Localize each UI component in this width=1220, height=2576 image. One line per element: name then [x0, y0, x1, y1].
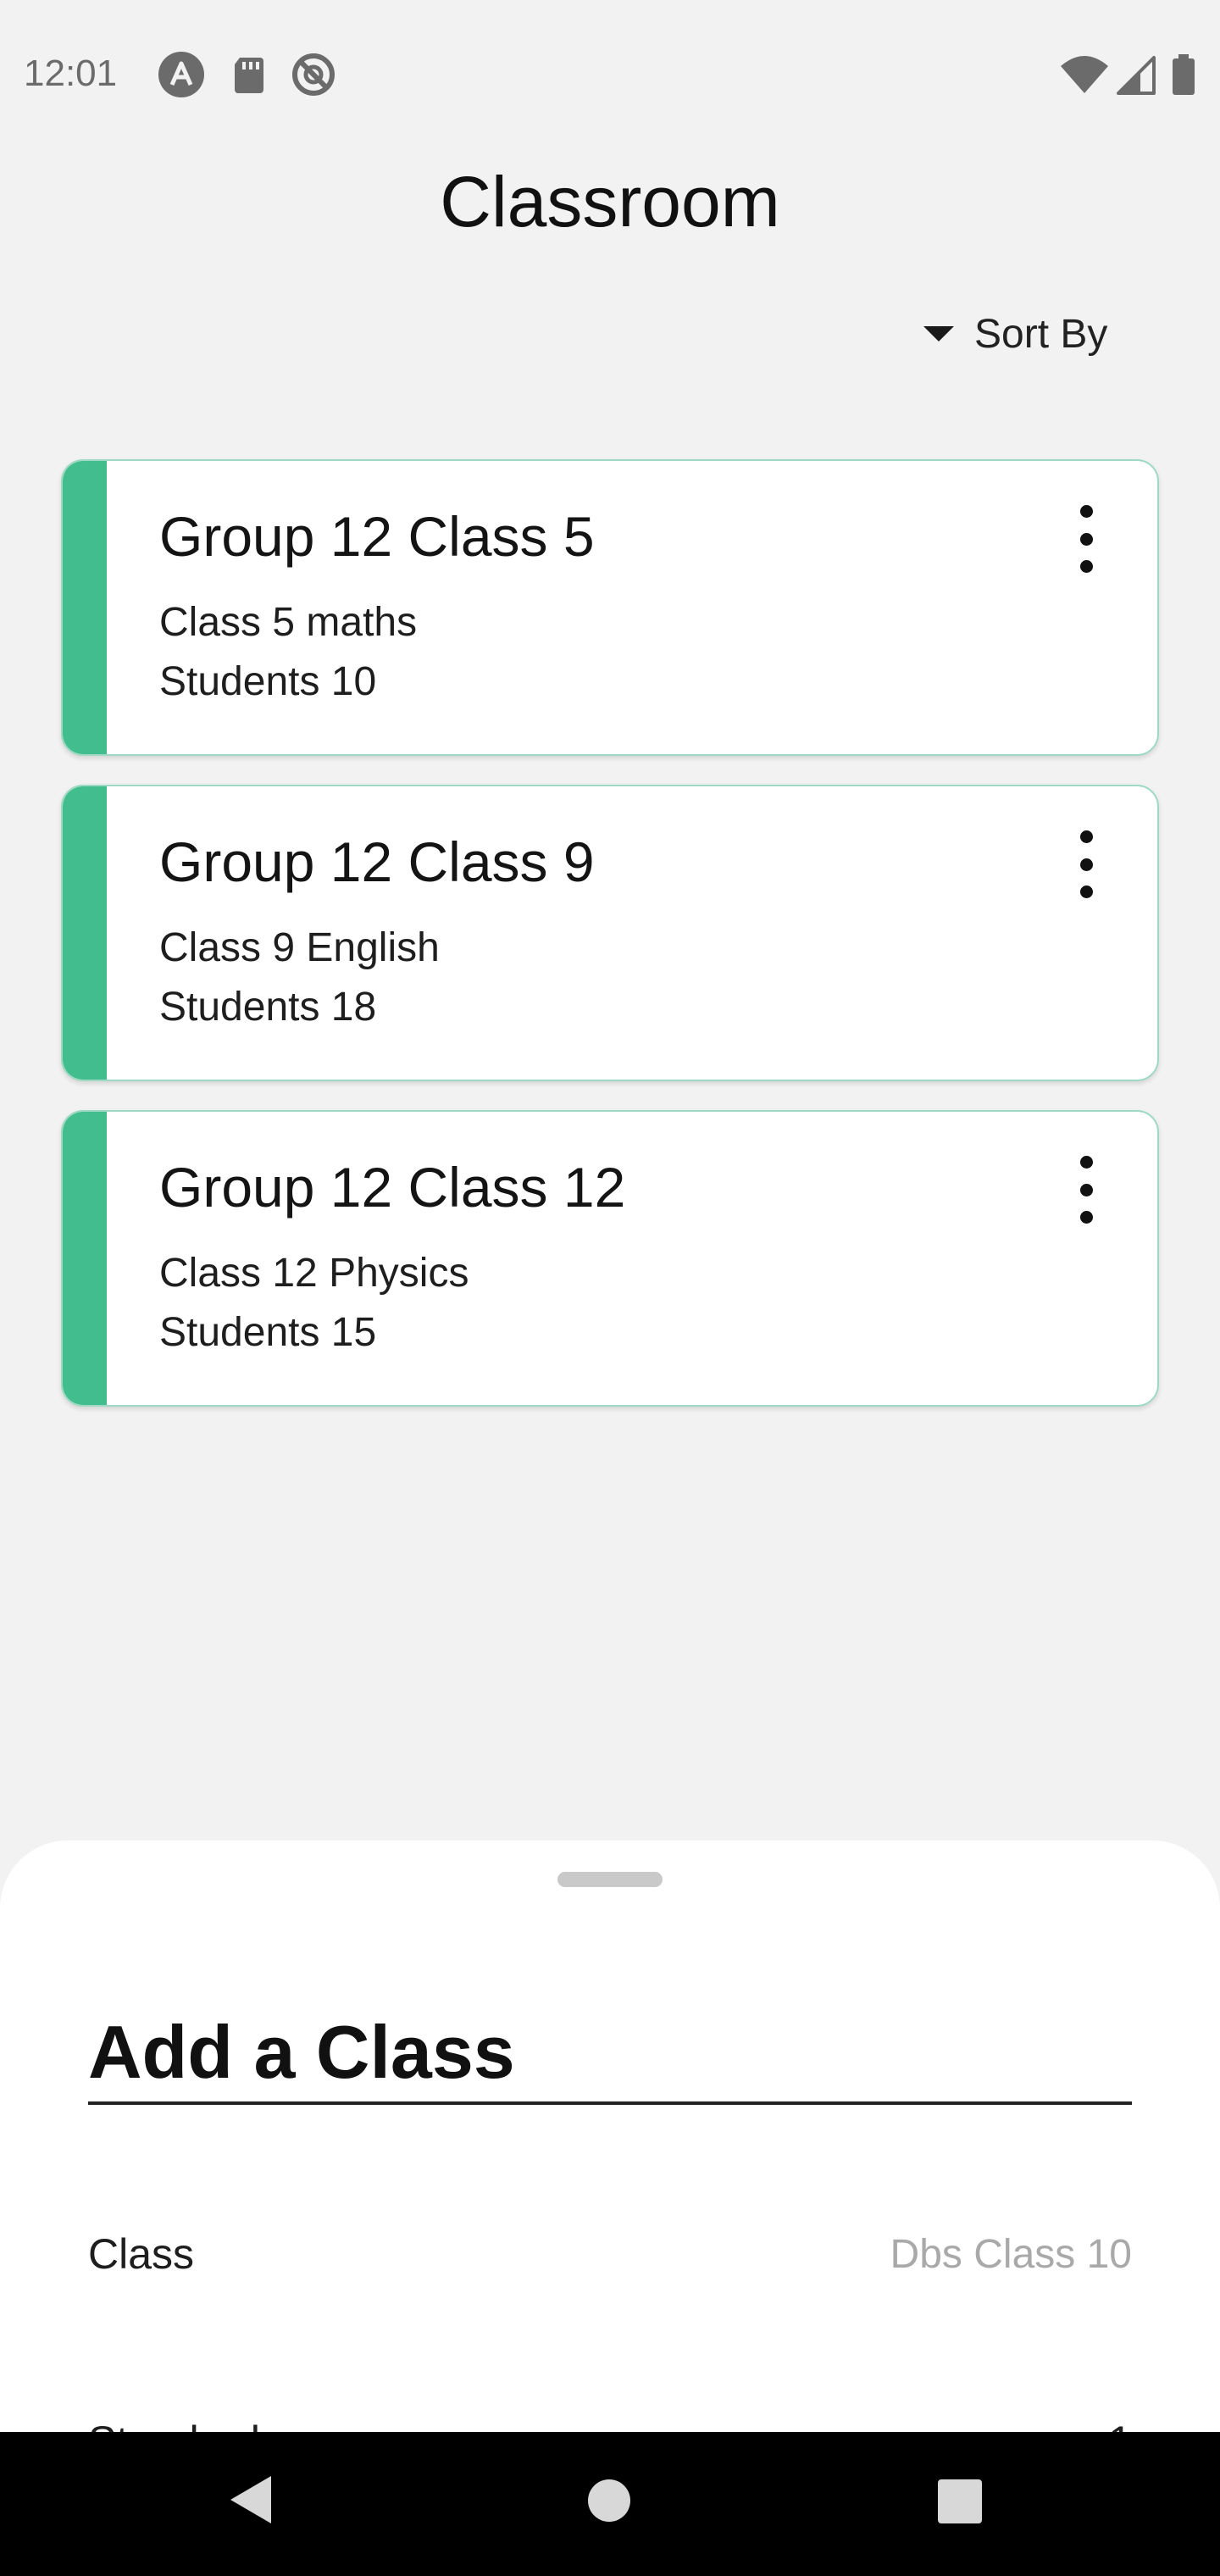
home-icon[interactable] — [588, 2479, 630, 2522]
caret-down-icon — [923, 326, 954, 341]
no-sync-icon — [290, 51, 337, 98]
back-icon[interactable] — [230, 2476, 271, 2523]
class-list: Group 12 Class 5 Class 5 maths Students … — [61, 459, 1159, 1435]
card-accent-bar — [63, 1112, 107, 1405]
navigation-bar — [0, 2432, 1220, 2576]
cell-signal-icon — [1115, 51, 1157, 98]
card-accent-bar — [63, 461, 107, 754]
card-accent-bar — [63, 786, 107, 1080]
class-students: Students 18 — [159, 985, 377, 1030]
sheet-drag-handle[interactable] — [557, 1872, 663, 1887]
class-students: Students 10 — [159, 659, 377, 704]
class-subject: Class 12 Physics — [159, 1251, 469, 1296]
class-field-row: Class — [88, 2224, 1132, 2284]
recents-icon[interactable] — [938, 2479, 982, 2523]
page-title: Classroom — [440, 162, 780, 242]
class-title: Group 12 Class 9 — [159, 830, 595, 893]
class-title: Group 12 Class 5 — [159, 505, 595, 568]
wifi-icon — [1059, 51, 1110, 98]
class-card[interactable]: Group 12 Class 9 Class 9 English Student… — [61, 785, 1159, 1081]
class-title: Group 12 Class 12 — [159, 1156, 626, 1219]
class-name-input[interactable] — [624, 2230, 1132, 2278]
class-field-label: Class — [88, 2230, 195, 2278]
add-class-bottom-sheet: Add a Class Class Standard 1 — [0, 1840, 1220, 2434]
class-card[interactable]: Group 12 Class 12 Class 12 Physics Stude… — [61, 1110, 1159, 1407]
class-subject: Class 9 English — [159, 925, 440, 970]
class-subject: Class 5 maths — [159, 600, 418, 645]
class-card[interactable]: Group 12 Class 5 Class 5 maths Students … — [61, 459, 1159, 756]
battery-icon — [1169, 51, 1198, 98]
status-bar: 12:01 — [0, 0, 1220, 144]
sort-by-label: Sort By — [974, 311, 1108, 357]
sheet-title: Add a Class — [88, 2010, 515, 2094]
more-options-icon[interactable] — [1066, 1156, 1106, 1224]
more-options-icon[interactable] — [1066, 830, 1106, 898]
sd-card-icon — [225, 51, 273, 98]
more-options-icon[interactable] — [1066, 505, 1106, 573]
standard-field-row: Standard 1 — [88, 2417, 1132, 2434]
sort-by-button[interactable]: Sort By — [923, 307, 1107, 361]
status-time: 12:01 — [24, 53, 118, 94]
class-students: Students 15 — [159, 1310, 377, 1355]
sheet-title-underline — [88, 2101, 1132, 2105]
a-circle-icon — [158, 51, 205, 98]
standard-field-value[interactable]: 1 — [1108, 2417, 1132, 2434]
